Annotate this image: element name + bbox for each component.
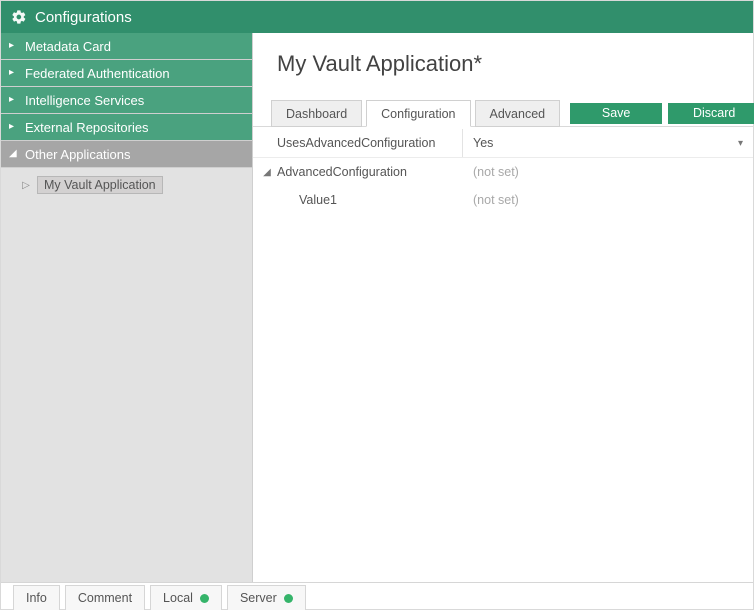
footer-tab-label: Comment bbox=[78, 586, 132, 610]
sidebar-item-label: Other Applications bbox=[25, 147, 131, 162]
sidebar-item-external-repositories[interactable]: ▸ External Repositories bbox=[1, 114, 252, 141]
footer-tab-label: Info bbox=[26, 586, 47, 610]
chevron-down-icon: ▾ bbox=[738, 138, 743, 149]
grid-value[interactable]: (not set) bbox=[463, 193, 753, 207]
save-button[interactable]: Save bbox=[570, 103, 662, 124]
config-grid: UsesAdvancedConfiguration Yes ▾ ◢ Advanc… bbox=[253, 127, 753, 214]
grid-key-label: UsesAdvancedConfiguration bbox=[277, 136, 435, 150]
grid-value-text: (not set) bbox=[473, 193, 519, 207]
footer-tab-local[interactable]: Local bbox=[150, 585, 222, 610]
status-dot-icon bbox=[200, 594, 209, 603]
grid-value[interactable]: (not set) bbox=[463, 165, 753, 179]
sidebar-item-metadata-card[interactable]: ▸ Metadata Card bbox=[1, 33, 252, 60]
page-title: My Vault Application* bbox=[253, 33, 753, 99]
chevron-down-icon[interactable]: ◢ bbox=[261, 167, 273, 178]
tab-advanced[interactable]: Advanced bbox=[475, 100, 561, 127]
tab-dashboard[interactable]: Dashboard bbox=[271, 100, 362, 127]
tab-configuration[interactable]: Configuration bbox=[366, 100, 470, 127]
grid-row-uses-advanced-configuration[interactable]: UsesAdvancedConfiguration Yes ▾ bbox=[253, 129, 753, 158]
chevron-right-icon: ▸ bbox=[9, 41, 19, 51]
sidebar-item-label: Intelligence Services bbox=[25, 93, 144, 108]
tree-item-label: My Vault Application bbox=[37, 176, 163, 194]
grid-key-label: AdvancedConfiguration bbox=[277, 165, 407, 179]
toolbar: Dashboard Configuration Advanced Save Di… bbox=[253, 99, 753, 127]
grid-key: UsesAdvancedConfiguration bbox=[253, 129, 463, 157]
grid-row-advanced-configuration[interactable]: ◢ AdvancedConfiguration (not set) bbox=[253, 158, 753, 186]
grid-value-dropdown[interactable]: Yes ▾ bbox=[463, 136, 753, 150]
chevron-right-icon: ▸ bbox=[9, 122, 19, 132]
sidebar-item-intelligence-services[interactable]: ▸ Intelligence Services bbox=[1, 87, 252, 114]
grid-row-value1[interactable]: Value1 (not set) bbox=[253, 186, 753, 214]
header-bar: Configurations bbox=[1, 1, 753, 33]
gear-icon bbox=[11, 9, 27, 25]
footer-tabs: Info Comment Local Server bbox=[1, 582, 753, 609]
header-title: Configurations bbox=[35, 9, 132, 26]
tab-strip: Dashboard Configuration Advanced bbox=[271, 99, 564, 126]
tree-item-my-vault-application[interactable]: ▷ My Vault Application bbox=[1, 174, 252, 196]
footer-tab-comment[interactable]: Comment bbox=[65, 585, 145, 610]
grid-value-text: (not set) bbox=[473, 165, 519, 179]
footer-tab-info[interactable]: Info bbox=[13, 585, 60, 610]
app-window: Configurations ▸ Metadata Card ▸ Federat… bbox=[0, 0, 754, 610]
status-dot-icon bbox=[284, 594, 293, 603]
chevron-right-icon: ▸ bbox=[9, 68, 19, 78]
grid-value-text: Yes bbox=[473, 136, 493, 150]
chevron-down-icon: ◢ bbox=[9, 149, 19, 159]
sidebar-item-federated-authentication[interactable]: ▸ Federated Authentication bbox=[1, 60, 252, 87]
sidebar-item-label: Metadata Card bbox=[25, 39, 111, 54]
body: ▸ Metadata Card ▸ Federated Authenticati… bbox=[1, 33, 753, 582]
sidebar-item-label: Federated Authentication bbox=[25, 66, 170, 81]
footer-tab-server[interactable]: Server bbox=[227, 585, 306, 610]
sidebar-item-label: External Repositories bbox=[25, 120, 149, 135]
footer-tab-label: Local bbox=[163, 586, 193, 610]
sidebar-item-other-applications[interactable]: ◢ Other Applications bbox=[1, 141, 252, 168]
main-panel: My Vault Application* Dashboard Configur… bbox=[253, 33, 753, 582]
sidebar-tree: ▷ My Vault Application bbox=[1, 168, 252, 196]
chevron-right-icon: ▸ bbox=[9, 95, 19, 105]
chevron-right-icon: ▷ bbox=[21, 180, 31, 191]
sidebar: ▸ Metadata Card ▸ Federated Authenticati… bbox=[1, 33, 253, 582]
grid-key-label: Value1 bbox=[299, 193, 337, 207]
footer-tab-label: Server bbox=[240, 586, 277, 610]
grid-key: ◢ AdvancedConfiguration bbox=[253, 158, 463, 186]
discard-button[interactable]: Discard bbox=[668, 103, 754, 124]
grid-key: Value1 bbox=[253, 186, 463, 214]
